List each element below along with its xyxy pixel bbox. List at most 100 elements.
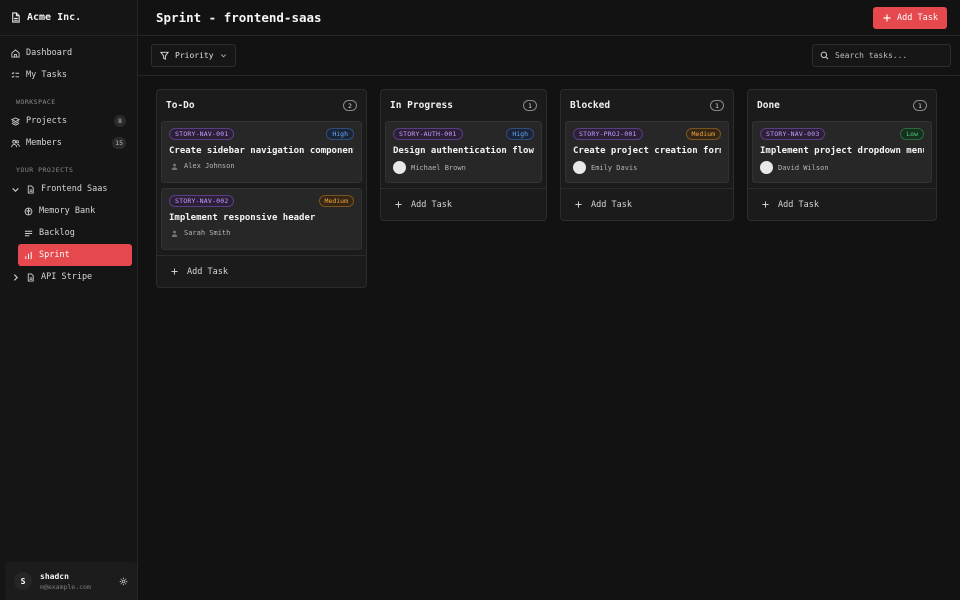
plus-icon [575, 201, 582, 208]
column-header: To-Do 2 [157, 90, 366, 121]
avatar [573, 161, 586, 174]
sidebar-item-projects[interactable]: Projects 8 [5, 110, 132, 132]
column-count-badge: 1 [710, 100, 724, 111]
add-task-button-label: Add Task [897, 12, 938, 23]
user-icon [169, 161, 179, 171]
workspace-label: WORKSPACE [16, 98, 56, 106]
user-profile[interactable]: S shadcn m@example.com [5, 562, 137, 600]
sidebar-item-members[interactable]: Members 15 [5, 132, 132, 154]
sidebar-item-sprint[interactable]: Sprint [18, 244, 132, 266]
sidebar: Acme Inc. Dashboard My Tasks WORKSPACE P… [0, 0, 138, 600]
column-title: Done [757, 100, 780, 111]
sidebar-item-backlog[interactable]: Backlog [18, 222, 132, 244]
assignee-name: Sarah Smith [184, 229, 231, 237]
chevron-down-icon[interactable] [11, 185, 20, 194]
column-done: Done 1 STORY-NAV-003 Low Implement proje… [747, 89, 937, 221]
column-add-task-button[interactable]: Add Task [561, 188, 733, 220]
user-email: m@example.com [40, 582, 91, 591]
sidebar-project-frontend-saas[interactable]: Frontend Saas [5, 178, 132, 200]
assignee: Alex Johnson [169, 161, 354, 171]
sidebar-item-label: Members [26, 138, 62, 148]
task-card[interactable]: STORY-NAV-003 Low Implement project drop… [752, 121, 932, 183]
brain-icon [24, 207, 33, 215]
assignee: Emily Davis [573, 161, 721, 174]
assignee-name: Emily Davis [591, 163, 638, 172]
assignee: Sarah Smith [169, 228, 354, 238]
sidebar-item-dashboard[interactable]: Dashboard [5, 42, 132, 64]
add-task-button[interactable]: Add Task [873, 6, 947, 29]
bar-chart-icon [25, 251, 32, 259]
column-title: To-Do [166, 100, 195, 111]
sidebar-item-my-tasks[interactable]: My Tasks [5, 64, 132, 86]
avatar [760, 161, 773, 174]
sidebar-item-memory-bank[interactable]: Memory Bank [18, 200, 132, 222]
task-title: Create project creation form [573, 146, 721, 156]
column-header: Blocked 1 [561, 90, 733, 121]
column-title: In Progress [390, 100, 453, 111]
toolbar: Priority [138, 36, 960, 76]
projects-count-badge: 8 [114, 115, 126, 127]
story-id-badge: STORY-NAV-001 [169, 128, 235, 140]
file-icon [27, 184, 34, 194]
task-card[interactable]: STORY-AUTH-001 High Design authenticatio… [385, 121, 542, 183]
sidebar-project-api-stripe[interactable]: API Stripe [5, 266, 132, 288]
column-title: Blocked [570, 100, 611, 111]
priority-filter-label: Priority [175, 51, 214, 60]
column-todo: To-Do 2 STORY-NAV-001 High Create sideba… [156, 89, 367, 288]
story-id-badge: STORY-AUTH-001 [393, 128, 463, 140]
kanban-board: To-Do 2 STORY-NAV-001 High Create sideba… [138, 76, 960, 600]
list-checks-icon [11, 71, 20, 78]
chevron-down-icon [220, 54, 226, 58]
sidebar-item-label: API Stripe [41, 272, 93, 282]
add-task-label: Add Task [778, 199, 819, 210]
priority-badge: Medium [318, 195, 354, 207]
add-task-label: Add Task [591, 199, 632, 210]
brand-name: Acme Inc. [27, 12, 82, 23]
column-add-task-button[interactable]: Add Task [157, 255, 366, 287]
add-task-label: Add Task [187, 266, 228, 277]
task-title: Design authentication flow [393, 146, 534, 156]
sidebar-item-label: Frontend Saas [41, 184, 108, 194]
layers-icon [11, 116, 20, 126]
avatar: S [14, 572, 32, 590]
sidebar-item-label: Memory Bank [39, 206, 96, 216]
gear-icon[interactable] [119, 577, 128, 586]
task-card[interactable]: STORY-NAV-001 High Create sidebar naviga… [161, 121, 362, 183]
priority-filter-button[interactable]: Priority [151, 44, 236, 67]
your-projects-label: YOUR PROJECTS [16, 166, 74, 174]
column-blocked: Blocked 1 STORY-PROJ-001 Medium Create p… [560, 89, 734, 221]
column-count-badge: 1 [913, 100, 927, 111]
sidebar-item-label: My Tasks [26, 70, 67, 80]
task-card[interactable]: STORY-NAV-002 Medium Implement responsiv… [161, 188, 362, 250]
sidebar-item-label: Projects [26, 116, 67, 126]
sidebar-item-label: Backlog [39, 228, 75, 238]
story-id-badge: STORY-PROJ-001 [573, 128, 643, 140]
column-add-task-button[interactable]: Add Task [381, 188, 546, 220]
column-add-task-button[interactable]: Add Task [748, 188, 936, 220]
page-title: Sprint - frontend-saas [156, 10, 322, 25]
assignee: David Wilson [760, 161, 924, 174]
search-box[interactable] [812, 44, 951, 67]
column-count-badge: 2 [343, 100, 357, 111]
task-card[interactable]: STORY-PROJ-001 Medium Create project cre… [565, 121, 729, 183]
brand[interactable]: Acme Inc. [0, 0, 137, 36]
sidebar-item-label: Sprint [39, 250, 70, 260]
plus-icon [762, 201, 769, 208]
search-input[interactable] [835, 51, 943, 60]
column-header: Done 1 [748, 90, 936, 121]
home-icon [11, 48, 20, 58]
file-icon [27, 272, 34, 282]
task-title: Implement project dropdown menu [760, 146, 924, 156]
priority-badge: High [506, 128, 534, 140]
search-icon [820, 51, 829, 60]
plus-icon [883, 14, 891, 21]
story-id-badge: STORY-NAV-003 [760, 128, 826, 140]
column-in-progress: In Progress 1 STORY-AUTH-001 High Design… [380, 89, 547, 221]
avatar [393, 161, 406, 174]
column-count-badge: 1 [523, 100, 537, 111]
task-title: Implement responsive header [169, 213, 316, 223]
members-count-badge: 15 [112, 137, 126, 149]
priority-badge: High [326, 128, 354, 140]
filter-icon [160, 51, 169, 60]
chevron-right-icon[interactable] [11, 273, 20, 282]
